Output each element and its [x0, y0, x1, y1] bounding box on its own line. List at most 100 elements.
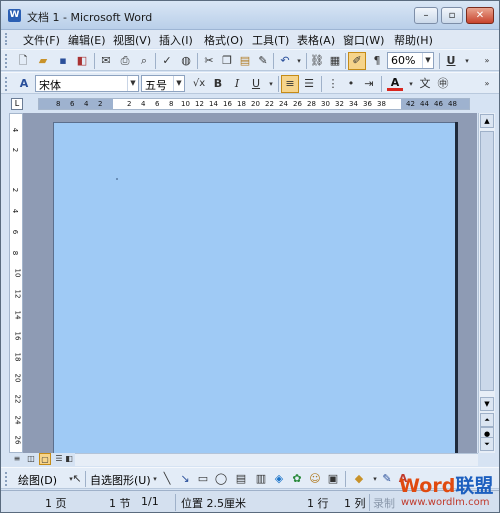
cut-icon[interactable]: ✂	[201, 53, 217, 69]
enclose-char-icon[interactable]: ㊥	[435, 76, 451, 92]
horizontal-scrollbar[interactable]	[75, 453, 478, 466]
arrow-icon[interactable]: ↘	[177, 471, 193, 487]
clip-art-icon[interactable]: ☺	[307, 471, 323, 487]
diagram-icon[interactable]: ✿	[289, 471, 305, 487]
scroll-down-icon[interactable]: ▼	[480, 397, 494, 411]
print-layout-icon[interactable]: ▢	[39, 453, 51, 465]
copy-icon[interactable]: ❐	[219, 53, 235, 69]
chevron-down-icon[interactable]: ▼	[422, 53, 433, 68]
toolbar-options-icon[interactable]: »	[479, 76, 495, 92]
previous-page-icon[interactable]: ⏶	[480, 413, 494, 427]
font-size-combo[interactable]: 五号 ▼	[141, 75, 185, 92]
save-icon[interactable]: ▪	[55, 53, 71, 69]
word-app-icon[interactable]: W	[8, 9, 21, 22]
document-page[interactable]	[53, 122, 455, 453]
vertical-ruler[interactable]: 4 2 2 4 6 8 10 12 14 16 18 20 22 24 26	[9, 113, 23, 453]
menu-format[interactable]: 格式(O)	[204, 32, 243, 48]
permission-icon[interactable]: ◧	[74, 53, 90, 69]
autoshapes-button[interactable]: 自选图形(U)	[90, 472, 151, 488]
toolbar-grip-icon[interactable]	[5, 472, 9, 486]
ruler-tick: 2	[11, 147, 20, 153]
research-icon[interactable]: ◍	[178, 53, 194, 69]
oval-icon[interactable]: ◯	[213, 471, 229, 487]
reading-view-icon[interactable]: ◧	[63, 453, 75, 465]
horizontal-ruler: L 8 6 4 2 2 4 6 8 10 12 14 16 18 20 22 2…	[1, 95, 499, 113]
menu-edit[interactable]: 编辑(E)	[68, 32, 106, 48]
text-box-icon[interactable]: ▤	[233, 471, 249, 487]
bold-button[interactable]: B	[210, 76, 226, 92]
wordlm-watermark: Word联盟 www.wordlm.com	[399, 471, 495, 511]
scroll-thumb[interactable]	[480, 131, 494, 391]
justify-icon[interactable]: ≡	[281, 75, 299, 93]
toolbar-grip-icon[interactable]	[5, 77, 9, 91]
underline-button[interactable]: U	[248, 76, 264, 92]
vertical-scrollbar[interactable]: ▲ ▼ ⏶ ● ⏷	[478, 113, 495, 453]
scroll-up-icon[interactable]: ▲	[480, 114, 494, 128]
next-page-icon[interactable]: ⏷	[480, 437, 494, 451]
chevron-down-icon[interactable]: ▾	[263, 76, 279, 92]
menu-insert[interactable]: 插入(I)	[159, 32, 193, 48]
watermark-word: Word	[399, 475, 456, 497]
toolbar-grip-icon[interactable]	[5, 54, 9, 68]
numbering-icon[interactable]: ⋮	[325, 76, 341, 92]
ruler-tick: 24	[279, 100, 288, 108]
watermark-cn: 联盟	[455, 475, 494, 497]
print-icon[interactable]: ⎙	[117, 53, 133, 69]
email-icon[interactable]: ✉	[98, 53, 114, 69]
spelling-icon[interactable]: ✓	[159, 53, 175, 69]
menu-view[interactable]: 视图(V)	[113, 32, 151, 48]
tables-icon[interactable]: ▦	[327, 53, 343, 69]
insert-picture-icon[interactable]: ▣	[325, 471, 341, 487]
close-button[interactable]: ✕	[466, 7, 494, 24]
bullets-icon[interactable]: •	[343, 76, 359, 92]
minimize-button[interactable]: –	[414, 7, 438, 24]
font-color-button[interactable]: A	[387, 75, 403, 91]
show-hide-icon[interactable]: ¶	[369, 53, 385, 69]
draw-menu-button[interactable]: 绘图(D)	[18, 472, 57, 488]
web-view-icon[interactable]: ◫	[25, 453, 37, 465]
normal-view-icon[interactable]: ≡	[11, 453, 23, 465]
chevron-down-icon[interactable]: ▼	[127, 76, 138, 91]
ruby-icon[interactable]: 文	[417, 76, 433, 92]
italic-button[interactable]: I	[229, 76, 245, 92]
status-record[interactable]: 录制	[373, 495, 395, 511]
hyperlink-icon[interactable]: ⛓	[309, 53, 325, 69]
select-objects-icon[interactable]: ↖	[69, 471, 85, 487]
drawing-icon[interactable]: ✐	[348, 52, 366, 70]
rectangle-icon[interactable]: ▭	[195, 471, 211, 487]
restore-button[interactable]: ▫	[441, 7, 463, 24]
title-bar: W 文档 1 - Microsoft Word – ▫ ✕	[1, 1, 499, 30]
open-icon[interactable]: ▰	[35, 53, 51, 69]
ruler-strip[interactable]: 8 6 4 2 2 4 6 8 10 12 14 16 18 20 22 24 …	[38, 98, 470, 110]
print-preview-icon[interactable]: ⌕	[136, 53, 152, 69]
font-combo[interactable]: 宋体 ▼	[35, 75, 139, 92]
line-icon[interactable]: ╲	[159, 471, 175, 487]
menu-tools[interactable]: 工具(T)	[252, 32, 289, 48]
new-icon[interactable]: 🗋	[15, 53, 31, 69]
indent-icon[interactable]: ⇥	[361, 76, 377, 92]
menu-window[interactable]: 窗口(W)	[343, 32, 384, 48]
fill-color-icon[interactable]: ◆	[351, 471, 367, 487]
styles-icon[interactable]: A	[16, 76, 32, 92]
paste-icon[interactable]: ▤	[237, 53, 253, 69]
tab-selector-icon[interactable]: L	[11, 98, 23, 110]
toolbar-options-icon[interactable]: »	[479, 53, 495, 69]
menu-table[interactable]: 表格(A)	[297, 32, 335, 48]
distributed-icon[interactable]: ☰	[301, 76, 317, 92]
wordart-icon[interactable]: ◈	[271, 471, 287, 487]
equation-icon[interactable]: √x	[191, 76, 207, 92]
chevron-down-icon[interactable]: ▾	[459, 53, 475, 69]
ruler-tick: 10	[13, 268, 22, 278]
menu-help[interactable]: 帮助(H)	[394, 32, 433, 48]
ruler-tick: 8	[169, 100, 174, 108]
line-color-icon[interactable]: ✎	[379, 471, 395, 487]
chevron-down-icon[interactable]: ▼	[173, 76, 184, 91]
vertical-text-box-icon[interactable]: ▥	[253, 471, 269, 487]
underline-icon[interactable]: U	[443, 53, 459, 69]
format-painter-icon[interactable]: ✎	[255, 53, 271, 69]
ruler-tick: 2	[127, 100, 132, 108]
menu-grip-icon[interactable]	[5, 33, 9, 45]
menu-file[interactable]: 文件(F)	[23, 32, 60, 48]
undo-dropdown-icon[interactable]: ▾	[291, 53, 307, 69]
zoom-combo[interactable]: 60% ▼	[387, 52, 434, 69]
